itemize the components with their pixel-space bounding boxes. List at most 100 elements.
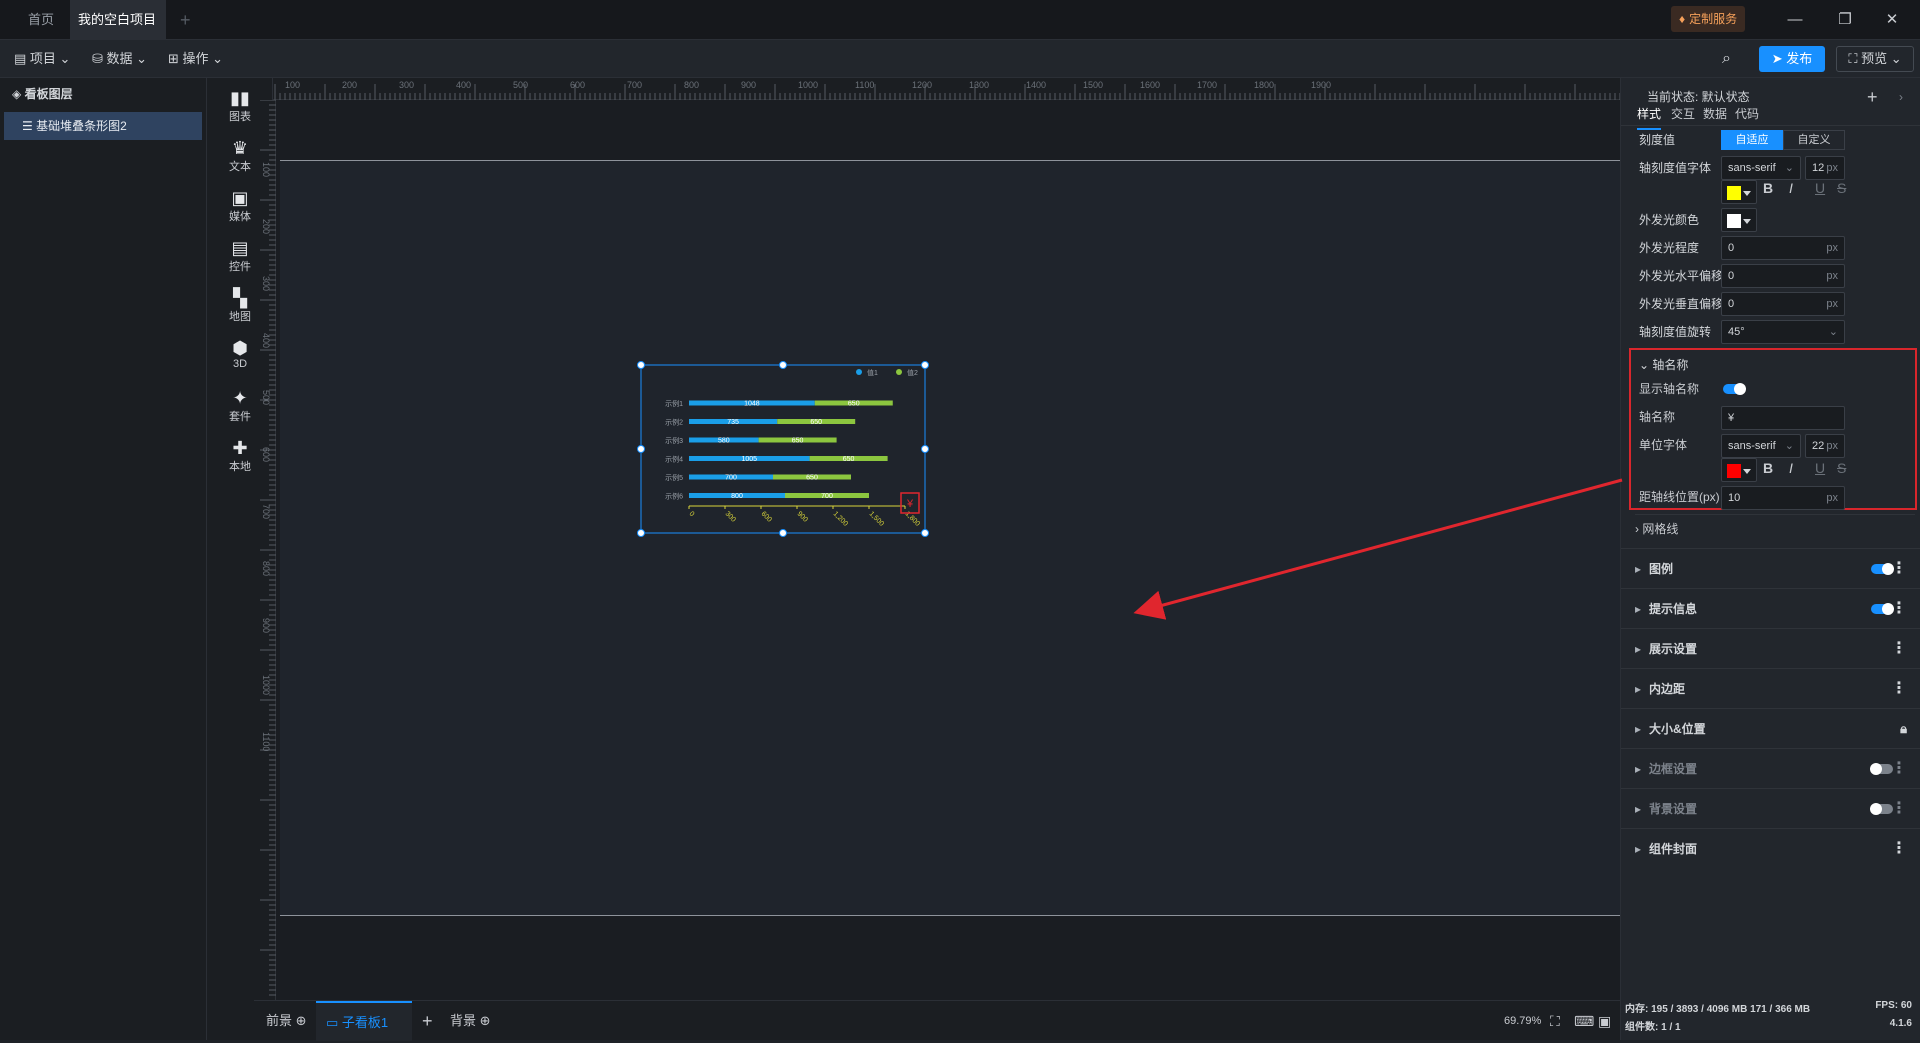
strikethrough-icon[interactable]: S — [1837, 460, 1846, 476]
section-display[interactable]: ▸ 展示设置 ⋮ — [1621, 628, 1920, 668]
unit-font-select[interactable]: sans-serif ⌄ — [1721, 434, 1801, 458]
stacked-bar-chart[interactable]: 值1 值2 示例1 1048 650 示例2 735 650 示例3 580 650 示例4 1005 6… — [276, 100, 1620, 1000]
axis-name-header[interactable]: ⌄ 轴名称 — [1639, 354, 1688, 376]
section-padding[interactable]: ▸ 内边距 ⋮ — [1621, 668, 1920, 708]
more-icon[interactable]: ⋮ — [1891, 629, 1907, 669]
tab-interaction[interactable]: 交互 — [1671, 100, 1695, 128]
custom-service-button[interactable]: ♦ 定制服务 — [1671, 6, 1746, 32]
section-tooltip[interactable]: ▸ 提示信息 ⋮ — [1621, 588, 1920, 628]
more-icon[interactable]: ⋮ — [1891, 829, 1907, 869]
show-axis-name-toggle[interactable] — [1723, 383, 1746, 395]
tick-color-picker[interactable] — [1721, 180, 1757, 204]
version-label: 4.1.6 — [1889, 1018, 1912, 1029]
ruler-label: 400 — [261, 333, 271, 348]
ruler-label: 1000 — [798, 80, 818, 90]
menu-project[interactable]: ▤ 项目 ⌄ — [14, 40, 70, 78]
strikethrough-icon[interactable]: S — [1837, 180, 1846, 196]
glow-v-input[interactable]: 0 px — [1721, 292, 1845, 316]
axis-name-input[interactable]: ¥ — [1721, 406, 1845, 430]
tab-project[interactable]: 我的空白项目 — [70, 0, 166, 65]
lock-icon[interactable]: 🔒︎ — [1900, 709, 1907, 749]
more-icon[interactable]: ⋮ — [1891, 789, 1907, 829]
legend-toggle[interactable] — [1871, 563, 1894, 575]
glow-level-input[interactable]: 0 px — [1721, 236, 1845, 260]
subboard-tab[interactable]: ▭ 子看板1 — [316, 1001, 412, 1041]
axis-name-value: ¥ — [1728, 412, 1735, 424]
underline-icon[interactable]: U — [1815, 460, 1825, 476]
bold-icon[interactable]: B — [1763, 460, 1773, 476]
section-cover[interactable]: ▸ 组件封面 ⋮ — [1621, 828, 1920, 868]
tick-rotate-select[interactable]: 45° ⌄ — [1721, 320, 1845, 344]
tab-style[interactable]: 样式 — [1637, 100, 1662, 130]
category-label: 示例4 — [665, 455, 683, 464]
preview-button[interactable]: ⛶ 预览 ⌄ — [1836, 46, 1914, 72]
distance-input[interactable]: 10 px — [1721, 486, 1845, 510]
glow-h-label: 外发光水平偏移 — [1639, 269, 1724, 283]
minimize-icon[interactable]: — — [1773, 0, 1817, 40]
close-icon[interactable]: ✕ — [1870, 0, 1914, 40]
zoom-level[interactable]: 69.79% — [1504, 1001, 1541, 1041]
add-circle-icon[interactable]: ⊕ — [480, 1013, 491, 1028]
glow-color-picker[interactable] — [1721, 208, 1757, 232]
tick-font-size-value: 12 — [1812, 162, 1825, 174]
bold-icon[interactable]: B — [1763, 180, 1773, 196]
tab-home[interactable]: 首页 — [14, 0, 70, 40]
add-tab-button[interactable]: + — [166, 0, 205, 40]
background-tab[interactable]: 背景 ⊕ — [450, 1001, 491, 1041]
tool-chart-label: 图表 — [229, 111, 251, 123]
section-background[interactable]: ▸ 背景设置 ⋮ — [1621, 788, 1920, 828]
unit-label: px — [1826, 270, 1838, 282]
tool-3d-label: 3D — [232, 358, 248, 370]
tab-code[interactable]: 代码 — [1735, 100, 1759, 128]
more-icon[interactable]: ⋮ — [1891, 589, 1907, 629]
tab-data[interactable]: 数据 — [1703, 100, 1727, 128]
publish-button[interactable]: ➤ 发布 — [1759, 46, 1825, 72]
background-toggle[interactable] — [1870, 803, 1893, 815]
menu-project-label: 项目 — [29, 51, 56, 66]
section-border[interactable]: ▸ 边框设置 ⋮ — [1621, 748, 1920, 788]
section-legend[interactable]: ▸ 图例 ⋮ — [1621, 548, 1920, 588]
tick-custom-option[interactable]: 自定义 — [1783, 130, 1845, 150]
underline-icon[interactable]: U — [1815, 180, 1825, 196]
tick-auto-option[interactable]: 自适应 — [1721, 130, 1783, 150]
glow-h-input[interactable]: 0 px — [1721, 264, 1845, 288]
layer-item[interactable]: ☰ 基础堆叠条形图2 — [4, 112, 202, 140]
more-icon[interactable]: ⋮ — [1891, 549, 1907, 589]
ruler-label: 800 — [684, 80, 699, 90]
fit-screen-icon[interactable]: ⛶ — [1550, 1001, 1560, 1041]
grid-lines-header[interactable]: › 网格线 — [1635, 514, 1915, 542]
menu-data[interactable]: ⛁ 数据 ⌄ — [92, 40, 147, 78]
glow-level-row: 外发光程度 0 px — [1639, 236, 1913, 260]
data-label: 650 — [810, 419, 822, 426]
section-size-position[interactable]: ▸ 大小&位置 🔒︎ — [1621, 708, 1920, 748]
layers-panel: ◈ 看板图层 ☰ 基础堆叠条形图2 — [0, 78, 207, 1040]
canvas-workspace[interactable]: 值1 值2 示例1 1048 650 示例2 735 650 示例3 580 650 示例4 1005 6… — [276, 100, 1620, 1000]
menu-operate[interactable]: ⊞ 操作 ⌄ — [168, 40, 223, 78]
custom-service-label: 定制服务 — [1689, 12, 1738, 26]
foreground-tab[interactable]: 前景 ⊕ — [266, 1001, 307, 1041]
italic-icon[interactable]: I — [1789, 180, 1793, 196]
unit-color-picker[interactable] — [1721, 458, 1757, 482]
panel-tabs: 样式 交互 数据 代码 — [1637, 100, 1917, 130]
add-circle-icon[interactable]: ⊕ — [296, 1013, 307, 1028]
restore-icon[interactable]: ❐ — [1823, 0, 1867, 40]
tooltip-toggle[interactable] — [1871, 603, 1894, 615]
more-icon[interactable]: ⋮ — [1891, 669, 1907, 709]
unit-font-size-input[interactable]: 22 px — [1805, 434, 1845, 458]
tool-kit-label: 套件 — [229, 411, 251, 423]
italic-icon[interactable]: I — [1789, 460, 1793, 476]
more-icon[interactable]: ⋮ — [1891, 749, 1907, 789]
tick-font-size-input[interactable]: 12 px — [1805, 156, 1845, 180]
chevron-down-icon: ⌄ — [1890, 51, 1902, 66]
caret-right-icon: ▸ — [1635, 682, 1642, 696]
tick-font-select[interactable]: sans-serif ⌄ — [1721, 156, 1801, 180]
distance-label: 距轴线位置(px) — [1639, 490, 1720, 504]
keyboard-icon[interactable]: ⌨ — [1574, 1001, 1594, 1041]
chevron-down-icon: ⌄ — [1828, 326, 1838, 338]
properties-panel: 当前状态: 默认状态 + › 样式 交互 数据 代码 刻度值 自适应 自定义 轴… — [1620, 78, 1920, 1040]
tool-local-label: 本地 — [229, 461, 251, 473]
terminal-icon[interactable]: ▣ — [1598, 1001, 1611, 1041]
border-toggle[interactable] — [1870, 763, 1893, 775]
add-subboard-button[interactable]: + — [422, 1001, 433, 1041]
search-icon[interactable]: ⌕ — [1722, 40, 1731, 78]
